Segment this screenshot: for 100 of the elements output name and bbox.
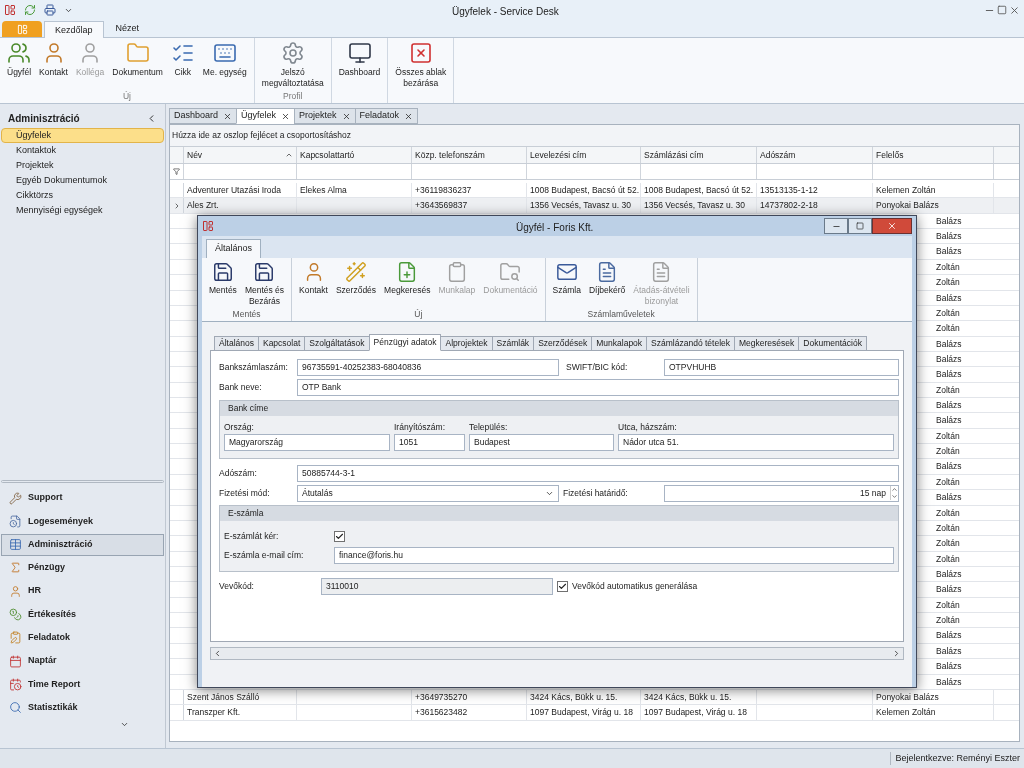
- sidebar-item[interactable]: Mennyiségi egységek: [1, 203, 164, 218]
- ribbon-tab[interactable]: Általános: [206, 239, 262, 258]
- table-row[interactable]: Szent János Szálló +3649735270 3424 Kács, Bükk u. 15. 3424 Kács, Bükk u. 15. Ponyokai Balázs: [170, 689, 1019, 706]
- ribbon-button[interactable]: Díjbekérő: [585, 258, 629, 309]
- table-cell: Zoltán: [936, 599, 960, 610]
- column-header[interactable]: Kapcsolattartó: [297, 147, 412, 163]
- keyboard-icon: [212, 41, 237, 65]
- table-cell: Zoltán: [936, 553, 960, 564]
- text-field[interactable]: Budapest: [469, 433, 614, 451]
- table-cell: +3615623482: [415, 707, 468, 718]
- table-cell: Balázs: [936, 369, 962, 380]
- text-field[interactable]: finance@foris.hu: [334, 546, 894, 564]
- document-tab[interactable]: Feladatok: [354, 108, 419, 124]
- sidebar-item[interactable]: Kontaktok: [1, 143, 164, 158]
- ribbon-button[interactable]: Számla: [549, 258, 584, 309]
- nav-item[interactable]: Értékesítés: [1, 603, 164, 626]
- ribbon-button[interactable]: Dashboard: [335, 38, 384, 103]
- text-field[interactable]: Nádor utca 51.: [618, 433, 894, 451]
- nav-item[interactable]: Time Report: [1, 673, 164, 696]
- ribbon-button[interactable]: Mentés: [206, 258, 240, 309]
- nav-item[interactable]: Feladatok: [1, 626, 164, 649]
- ribbon-tab[interactable]: Kezdőlap: [44, 21, 104, 38]
- group-label: Új: [413, 309, 424, 321]
- refresh-icon[interactable]: [24, 4, 36, 16]
- text-field[interactable]: Magyarország: [224, 433, 390, 451]
- ribbon-button[interactable]: Jelszó megváltoztatása: [258, 38, 327, 91]
- checkbox[interactable]: [334, 530, 345, 542]
- sidebar-item[interactable]: Cikktörzs: [1, 188, 164, 203]
- nav-item[interactable]: Statisztikák: [1, 696, 164, 719]
- table-cell: Ales Zrt.: [187, 200, 219, 211]
- document-tab[interactable]: Ügyfelek: [236, 108, 296, 124]
- spin-up-icon: [891, 486, 898, 494]
- application-menu-button[interactable]: [2, 21, 42, 37]
- tab[interactable]: Pénzügyi adatok: [368, 334, 442, 351]
- text-field[interactable]: 1051: [394, 433, 465, 451]
- ribbon-button[interactable]: Megkeresés: [381, 258, 434, 309]
- nav-item[interactable]: Pénzügy: [1, 556, 164, 579]
- column-header[interactable]: Felelős: [873, 147, 994, 163]
- search-icon: [9, 701, 22, 715]
- close-tab-icon[interactable]: [341, 111, 351, 121]
- document-tab[interactable]: Projektek: [294, 108, 356, 124]
- nav-item[interactable]: Adminisztráció: [1, 533, 164, 556]
- maximize-icon[interactable]: [997, 4, 1007, 15]
- more-icon[interactable]: [120, 720, 129, 729]
- table-row[interactable]: Transzper Kft. +3615623482 1097 Budapest, Virág u. 18 1097 Budapest, Virág u. 18 Kelemen Zoltán: [170, 705, 1019, 721]
- window-title: Ügyfelek - Service Desk: [452, 5, 559, 19]
- column-header[interactable]: Levelezési cím: [527, 147, 641, 163]
- nav-item[interactable]: HR: [1, 580, 164, 603]
- close-button[interactable]: [872, 218, 912, 234]
- column-header[interactable]: Közp. telefonszám: [412, 147, 527, 163]
- document-tab[interactable]: Dashboard: [169, 108, 238, 124]
- minimize-button[interactable]: [824, 218, 848, 234]
- field-label: E-számlát kér:: [224, 529, 280, 543]
- ribbon-button[interactable]: Kontakt: [296, 258, 331, 309]
- close-icon[interactable]: [1009, 4, 1020, 16]
- ribbon-button[interactable]: Ügyfél: [4, 38, 35, 91]
- scroll-left-icon[interactable]: [213, 649, 222, 658]
- sidebar-item[interactable]: Ügyfelek: [1, 128, 164, 143]
- checkbox[interactable]: [557, 580, 568, 592]
- group-panel-hint: Húzza ide az oszlop fejlécet a csoportosításhoz: [172, 129, 352, 142]
- column-header[interactable]: Név: [184, 147, 297, 163]
- text-field[interactable]: 96735591-40252383-68040836: [297, 359, 559, 376]
- horizontal-scrollbar[interactable]: [210, 647, 904, 660]
- text-field[interactable]: 3110010: [321, 577, 553, 595]
- text-field[interactable]: 50885744-3-1: [297, 464, 899, 482]
- table-cell: Zoltán: [936, 307, 960, 318]
- maximize-button[interactable]: [848, 218, 872, 234]
- table-cell: 1097 Budapest, Virág u. 18: [644, 707, 747, 718]
- sidebar-item[interactable]: Projektek: [1, 158, 164, 173]
- table-cell: 1356 Vecsés, Tavasz u. 30: [530, 200, 631, 211]
- ribbon-tab[interactable]: Nézet: [105, 20, 150, 37]
- printer-icon[interactable]: [44, 4, 56, 16]
- ribbon-button[interactable]: Összes ablak bezárása: [392, 38, 450, 103]
- field-label: Fizetési mód:: [219, 486, 271, 500]
- spin-field[interactable]: 15 nap: [664, 484, 899, 502]
- field-label: Adószám:: [219, 466, 258, 480]
- sidebar-item[interactable]: Egyéb Dokumentumok: [1, 173, 164, 188]
- ribbon-button[interactable]: Mentés és Bezárás: [241, 258, 288, 309]
- nav-item[interactable]: Support: [1, 487, 164, 510]
- column-header[interactable]: Számlázási cím: [641, 147, 757, 163]
- app-icon: [202, 220, 214, 232]
- ribbon-button[interactable]: Kontakt: [36, 38, 71, 91]
- text-field[interactable]: OTPVHUHB: [664, 359, 899, 376]
- nav-item[interactable]: Logesemények: [1, 510, 164, 533]
- table-cell: Zoltán: [936, 522, 960, 533]
- ribbon-button[interactable]: Cikk: [167, 38, 198, 91]
- close-tab-icon[interactable]: [281, 111, 291, 121]
- ribbon-button[interactable]: Szerződés: [332, 258, 380, 309]
- calendar-icon: [9, 654, 22, 668]
- table-cell: Balázs: [936, 584, 962, 595]
- nav-item[interactable]: Naptár: [1, 650, 164, 673]
- text-field[interactable]: OTP Bank: [297, 379, 899, 396]
- dropdown-field[interactable]: Átutalás: [297, 484, 559, 502]
- ribbon-button[interactable]: Dokumentum: [109, 38, 166, 91]
- column-header[interactable]: Adószám: [757, 147, 873, 163]
- close-tab-icon[interactable]: [404, 111, 414, 121]
- ribbon-button[interactable]: Me. egység: [199, 38, 250, 91]
- close-tab-icon[interactable]: [223, 111, 233, 121]
- table-row[interactable]: Ales Zrt. +3643569837 1356 Vecsés, Tavasz u. 30 1356 Vecsés, Tavasz u. 30 14737802-2-18 Ponyokai Balázs: [170, 198, 1019, 214]
- scroll-right-icon[interactable]: [892, 649, 901, 658]
